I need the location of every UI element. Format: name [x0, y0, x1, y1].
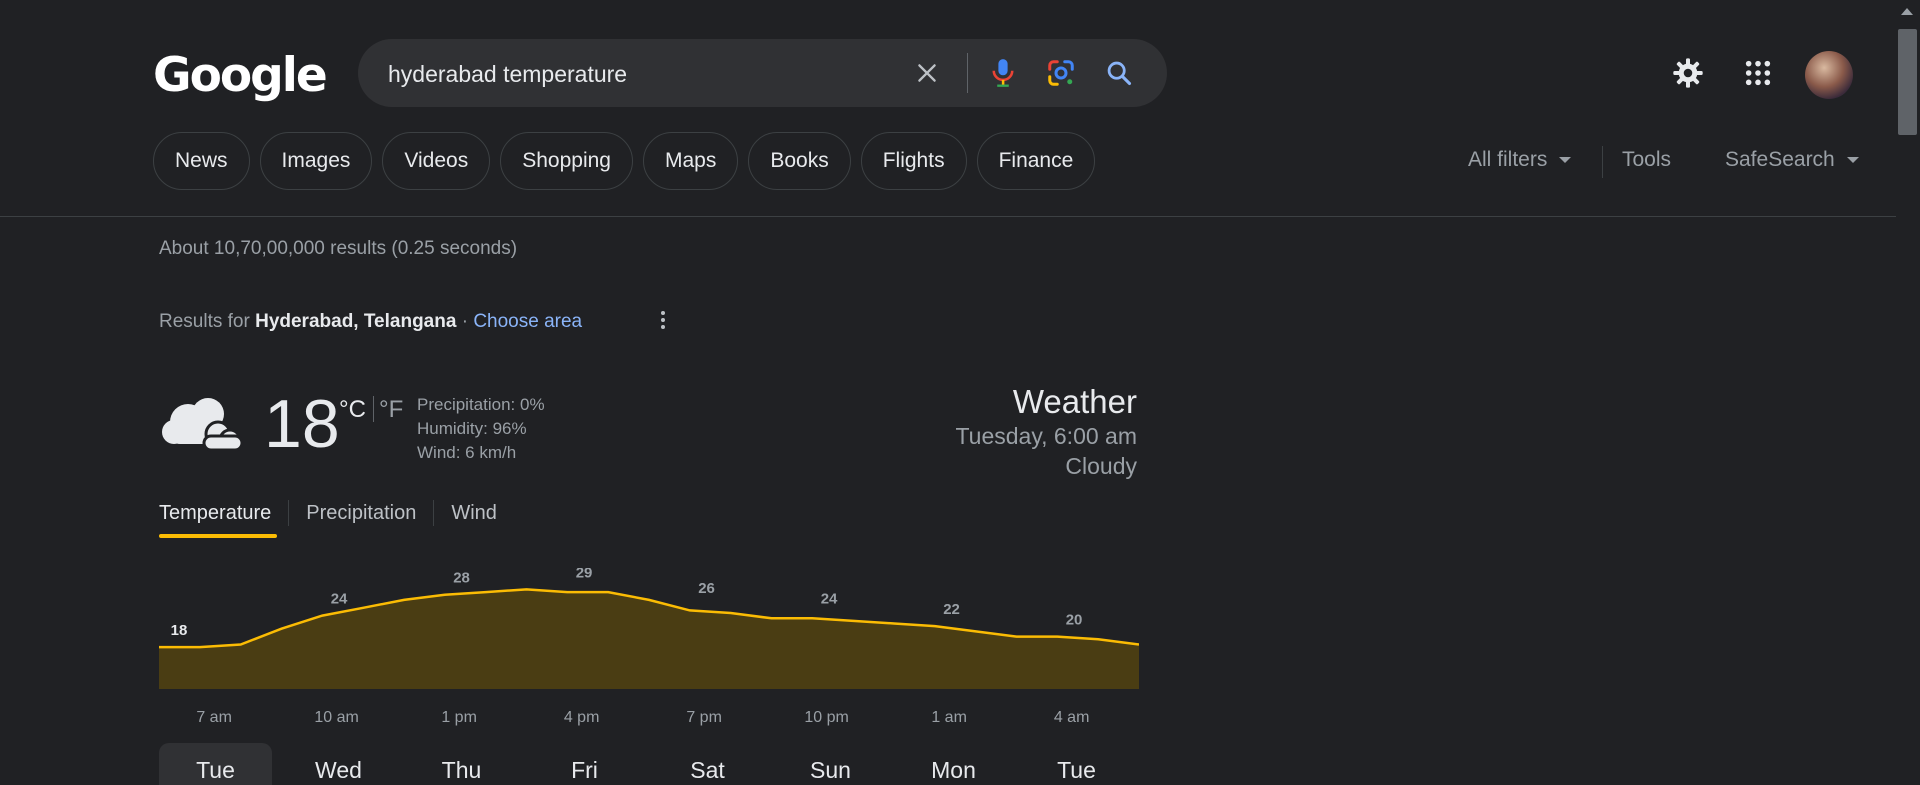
tab-images[interactable]: Images — [259, 132, 373, 190]
humidity-text: Humidity: 96% — [417, 419, 527, 438]
current-temperature: 18 — [264, 386, 340, 462]
x-tick-label: 10 pm — [804, 709, 848, 726]
result-stats: About 10,70,00,000 results (0.25 seconds… — [159, 238, 518, 259]
all-filters-button[interactable]: All filters — [1468, 148, 1572, 172]
tab-wind[interactable]: Wind — [433, 500, 514, 526]
temp-label: 28 — [453, 570, 470, 587]
tab-precipitation[interactable]: Precipitation — [288, 500, 433, 526]
temp-label: 22 — [943, 601, 960, 618]
temperature-chart: 18 24 28 29 26 24 22 20 7 am 10 am 1 pm 4 pm 7 pm 10 … — [159, 568, 1139, 726]
day-mon[interactable]: Mon — [897, 743, 1010, 785]
day-selector: Tue Wed Thu Fri Sat Sun Mon Tue — [159, 743, 1139, 785]
cloudy-icon — [160, 392, 244, 454]
tab-maps[interactable]: Maps — [642, 132, 739, 190]
temp-label: 24 — [331, 591, 348, 608]
tab-finance[interactable]: Finance — [976, 132, 1096, 190]
x-tick-label: 1 am — [931, 709, 967, 726]
microphone-icon[interactable] — [986, 56, 1020, 90]
wind-text: Wind: 6 km/h — [417, 443, 517, 462]
x-tick-label: 4 pm — [564, 709, 600, 726]
day-tue[interactable]: Tue — [159, 743, 272, 785]
day-sun[interactable]: Sun — [774, 743, 887, 785]
temp-label: 29 — [576, 568, 593, 581]
tab-news[interactable]: News — [153, 132, 250, 190]
chevron-down-icon — [1846, 157, 1859, 164]
day-thu[interactable]: Thu — [405, 743, 518, 785]
temp-label: 26 — [698, 580, 715, 597]
google-lens-icon[interactable] — [1044, 56, 1078, 90]
temp-label: 20 — [1066, 612, 1083, 629]
more-options-icon[interactable] — [659, 309, 667, 333]
weather-details: Precipitation: 0% Humidity: 96% Wind: 6 … — [417, 393, 545, 465]
x-tick-label: 4 am — [1054, 709, 1090, 726]
scrollbar-thumb[interactable] — [1898, 29, 1917, 135]
search-box[interactable]: hyderabad temperature — [358, 39, 1167, 107]
tab-temperature[interactable]: Temperature — [159, 500, 288, 526]
weather-condition: Cloudy — [1065, 453, 1137, 479]
search-tabs: News Images Videos Shopping Maps Books F… — [153, 132, 1096, 190]
tools-button[interactable]: Tools — [1622, 148, 1671, 172]
x-tick-label: 7 am — [196, 709, 232, 726]
scroll-up-arrow-icon[interactable] — [1901, 8, 1913, 15]
active-tab-indicator — [159, 534, 277, 538]
weather-title: Weather — [1012, 383, 1137, 420]
all-filters-label: All filters — [1468, 148, 1548, 171]
gear-icon[interactable] — [1670, 55, 1706, 91]
temp-label: 18 — [171, 622, 188, 639]
google-logo[interactable]: Google — [153, 48, 328, 103]
weather-time: Tuesday, 6:00 am — [955, 423, 1137, 449]
search-input[interactable]: hyderabad temperature — [388, 61, 627, 88]
unit-divider — [373, 396, 374, 422]
results-for-separator: · — [456, 311, 474, 332]
day-wed[interactable]: Wed — [282, 743, 395, 785]
close-icon[interactable] — [910, 56, 944, 90]
filters-divider — [1602, 146, 1603, 178]
apps-grid-icon[interactable] — [1740, 55, 1776, 91]
weather-tabs: Temperature Precipitation Wind — [159, 500, 514, 526]
choose-area-link[interactable]: Choose area — [473, 311, 582, 332]
search-divider — [967, 53, 968, 93]
x-tick-label: 10 am — [314, 709, 358, 726]
x-tick-label: 7 pm — [686, 709, 722, 726]
tab-shopping[interactable]: Shopping — [500, 132, 633, 190]
day-fri[interactable]: Fri — [528, 743, 641, 785]
safesearch-button[interactable]: SafeSearch — [1725, 148, 1859, 172]
avatar[interactable] — [1805, 51, 1853, 99]
tab-flights[interactable]: Flights — [860, 132, 967, 190]
day-tue-next[interactable]: Tue — [1020, 743, 1133, 785]
temp-label: 24 — [821, 591, 838, 608]
search-icon[interactable] — [1102, 56, 1136, 90]
results-for-location: Results for Hyderabad, Telangana · Choos… — [159, 311, 582, 333]
chevron-down-icon — [1559, 157, 1572, 164]
tab-books[interactable]: Books — [748, 132, 851, 190]
unit-fahrenheit[interactable]: °F — [379, 396, 403, 424]
location-name: Hyderabad, Telangana — [255, 311, 457, 332]
x-tick-label: 1 pm — [441, 709, 477, 726]
precipitation-text: Precipitation: 0% — [417, 395, 545, 414]
safesearch-label: SafeSearch — [1725, 148, 1835, 171]
day-sat[interactable]: Sat — [651, 743, 764, 785]
unit-celsius[interactable]: °C — [339, 396, 366, 424]
google-results-page: Google hyderabad temperature News Images… — [0, 0, 1920, 785]
tab-videos[interactable]: Videos — [382, 132, 491, 190]
header-divider — [0, 216, 1896, 217]
temperature-area — [159, 589, 1139, 689]
results-for-prefix: Results for — [159, 311, 256, 332]
